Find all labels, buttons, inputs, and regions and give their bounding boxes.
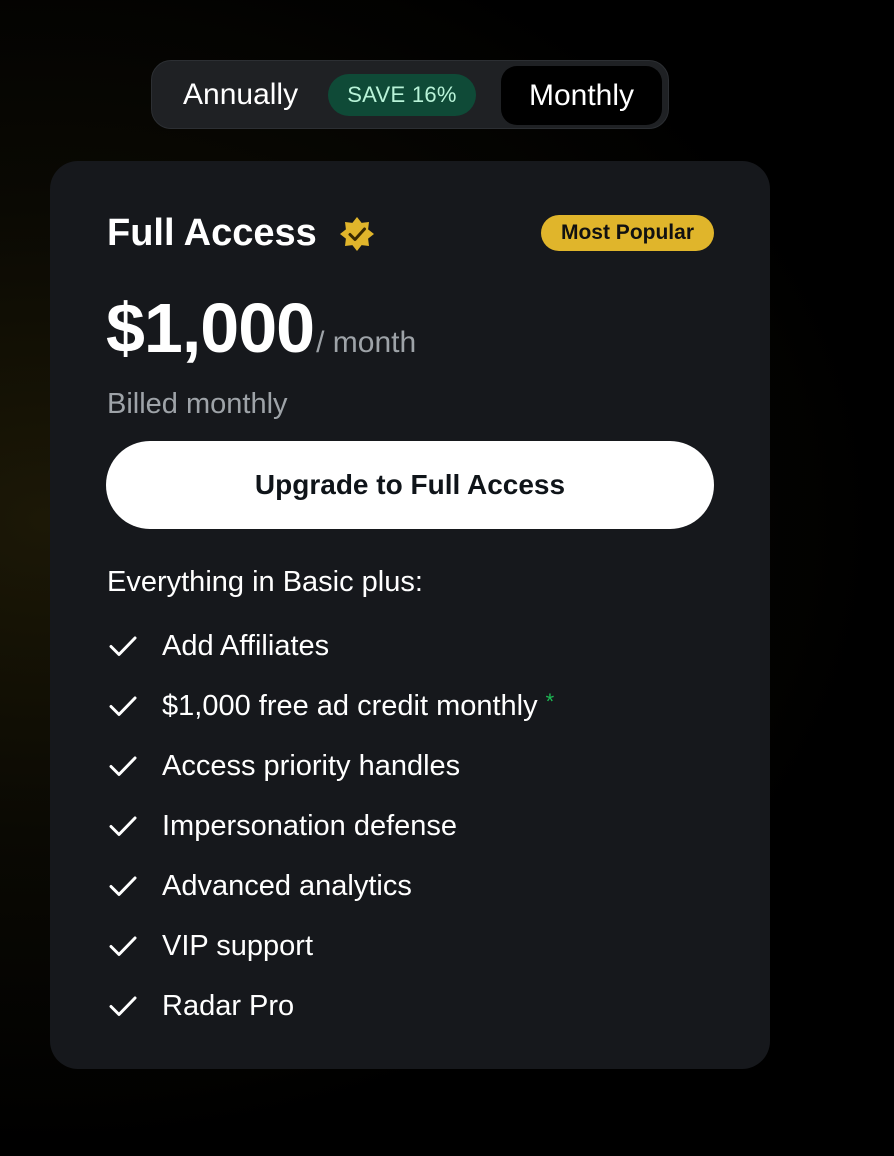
price-period: / month <box>316 326 417 359</box>
feature-item-vip-support: VIP support <box>107 916 554 976</box>
verified-badge-icon <box>340 217 374 251</box>
check-icon <box>109 696 137 716</box>
monthly-option[interactable]: Monthly <box>501 66 662 125</box>
check-icon <box>109 756 137 776</box>
billing-period-toggle: Annually SAVE 16% Monthly <box>151 60 669 129</box>
check-icon <box>109 996 137 1016</box>
feature-label: Impersonation defense <box>162 810 458 842</box>
price-amount: $1,000 <box>106 289 315 367</box>
feature-label: Radar Pro <box>162 990 295 1022</box>
check-icon <box>109 636 137 656</box>
features-heading: Everything in Basic plus: <box>107 566 423 598</box>
feature-label: VIP support <box>162 930 314 962</box>
price-row: $1,000/ month <box>106 286 416 370</box>
check-icon <box>109 876 137 896</box>
most-popular-badge: Most Popular <box>541 215 714 251</box>
check-icon <box>109 816 137 836</box>
feature-label: Advanced analytics <box>162 870 412 902</box>
feature-item-advanced-analytics: Advanced analytics <box>107 856 554 916</box>
save-badge: SAVE 16% <box>328 74 476 116</box>
feature-item-add-affiliates: Add Affiliates <box>107 616 554 676</box>
feature-label: Add Affiliates <box>162 630 330 662</box>
feature-item-ad-credit: $1,000 free ad credit monthly * <box>107 676 554 736</box>
feature-item-radar-pro: Radar Pro <box>107 976 554 1036</box>
feature-label: Access priority handles <box>162 750 461 782</box>
features-list: Add Affiliates $1,000 free ad credit mon… <box>107 616 554 1036</box>
annually-label: Annually <box>183 78 299 111</box>
feature-item-priority-handles: Access priority handles <box>107 736 554 796</box>
plan-title: Full Access <box>107 212 317 254</box>
check-icon <box>109 936 137 956</box>
annually-option[interactable]: Annually SAVE 16% <box>152 61 492 128</box>
upgrade-button[interactable]: Upgrade to Full Access <box>106 441 714 529</box>
plan-card: Full Access Most Popular $1,000/ month B… <box>50 161 770 1069</box>
billing-note: Billed monthly <box>107 388 288 420</box>
feature-label: $1,000 free ad credit monthly <box>162 690 538 722</box>
feature-item-impersonation-defense: Impersonation defense <box>107 796 554 856</box>
asterisk-footnote-marker: * <box>545 689 555 714</box>
